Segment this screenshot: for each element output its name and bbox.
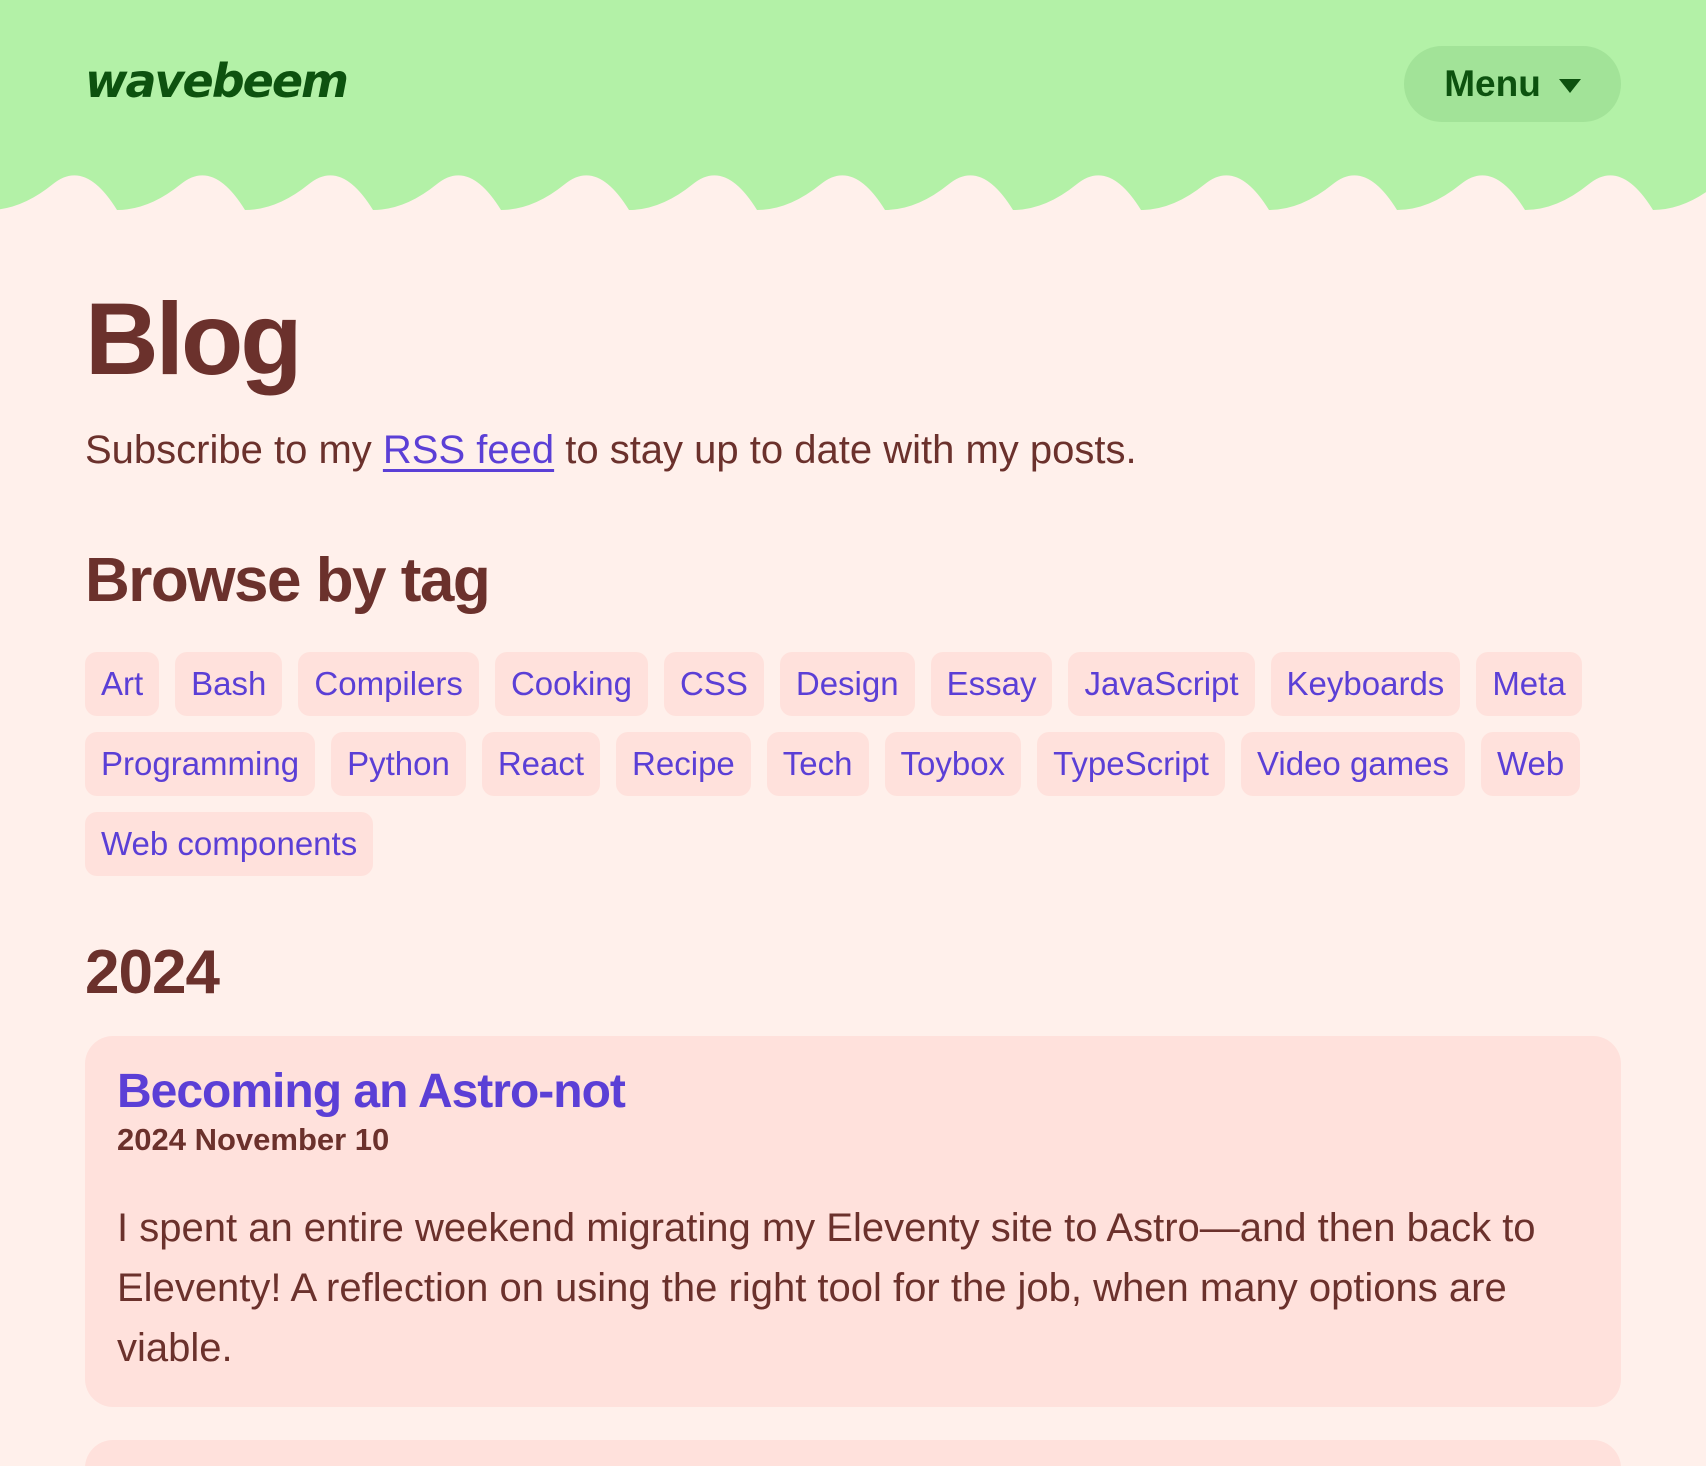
tag-css[interactable]: CSS (664, 652, 764, 716)
tag-javascript[interactable]: JavaScript (1068, 652, 1255, 716)
tag-toybox[interactable]: Toybox (884, 732, 1022, 796)
post-title-link[interactable]: Becoming an Astro-not (117, 1065, 1589, 1119)
tag-tech[interactable]: Tech (766, 732, 869, 796)
tag-programming[interactable]: Programming (85, 732, 316, 796)
post-excerpt: I spent an entire weekend migrating my E… (117, 1205, 1536, 1370)
menu-button[interactable]: Menu (1404, 46, 1621, 122)
post-date: 2024 November 10 (117, 1121, 390, 1157)
tag-typescript[interactable]: TypeScript (1037, 732, 1225, 796)
tag-keyboards[interactable]: Keyboards (1270, 652, 1461, 716)
site-header: wavebeem Menu (0, 0, 1706, 215)
year-heading: 2024 (85, 938, 220, 1007)
page-title: Blog (85, 282, 303, 396)
tag-compilers[interactable]: Compilers (298, 652, 479, 716)
subscribe-text-before: Subscribe to my (85, 428, 383, 472)
rss-feed-link[interactable]: RSS feed (383, 428, 554, 472)
tag-web-components[interactable]: Web components (85, 812, 374, 876)
tag-bash[interactable]: Bash (175, 652, 283, 716)
caret-down-icon (1558, 79, 1581, 93)
subscribe-text: Subscribe to my RSS feed to stay up to d… (85, 430, 1137, 470)
subscribe-text-after: to stay up to date with my posts. (554, 428, 1137, 472)
site-logo[interactable]: wavebeem (85, 58, 349, 104)
tag-list: Art Bash Compilers Cooking CSS Design Essay Jav… (85, 652, 1621, 876)
tag-essay[interactable]: Essay (930, 652, 1053, 716)
tag-recipe[interactable]: Recipe (616, 732, 751, 796)
tag-react[interactable]: React (481, 732, 601, 796)
browse-by-tag-heading: Browse by tag (85, 546, 491, 615)
tag-cooking[interactable]: Cooking (494, 652, 649, 716)
post-card[interactable]: Becoming an Astro-not 2024 November 10 I… (85, 1036, 1621, 1407)
tag-video-games[interactable]: Video games (1240, 732, 1465, 796)
tag-python[interactable]: Python (331, 732, 466, 796)
menu-button-label: Menu (1444, 63, 1541, 104)
tag-art[interactable]: Art (85, 652, 160, 716)
tag-meta[interactable]: Meta (1476, 652, 1582, 716)
tag-design[interactable]: Design (779, 652, 915, 716)
tag-web[interactable]: Web (1481, 732, 1581, 796)
post-card-partial[interactable] (85, 1440, 1621, 1466)
